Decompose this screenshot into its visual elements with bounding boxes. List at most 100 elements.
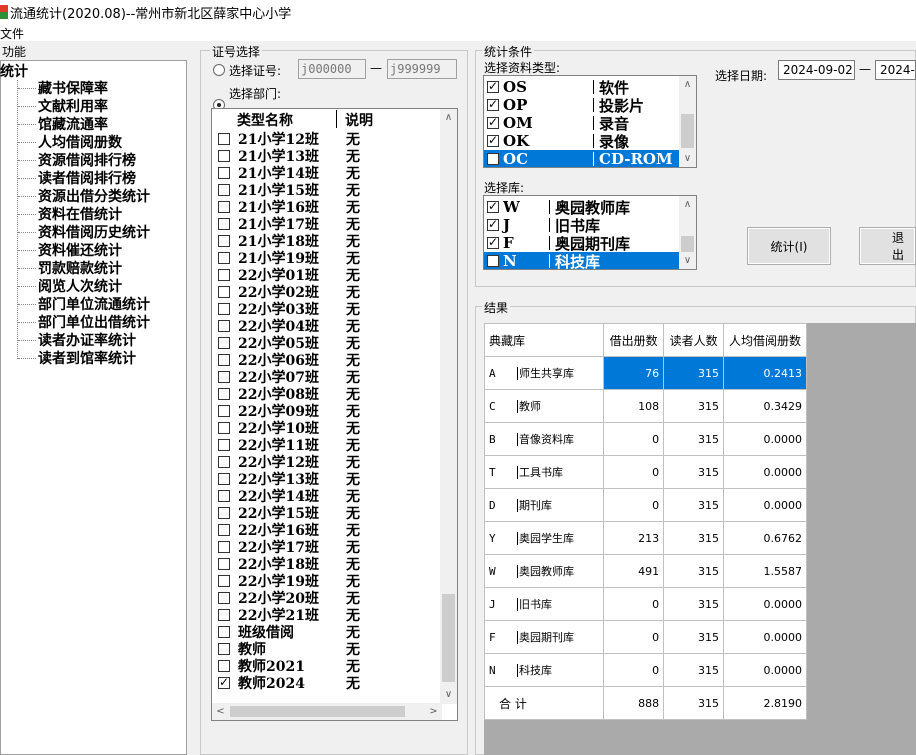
- scroll-left-icon[interactable]: <: [212, 703, 229, 720]
- dept-checkbox[interactable]: [218, 455, 230, 468]
- dept-checkbox[interactable]: [218, 336, 230, 349]
- dept-checkbox[interactable]: [218, 234, 230, 247]
- dept-row[interactable]: 21小学15班无: [212, 181, 360, 199]
- dept-row[interactable]: 21小学14班无: [212, 164, 360, 182]
- dept-checkbox[interactable]: [218, 285, 230, 298]
- dept-checkbox[interactable]: [218, 472, 230, 485]
- dept-list-vscroll-thumb[interactable]: [442, 594, 455, 682]
- dept-checkbox[interactable]: [218, 149, 230, 162]
- result-row[interactable]: N 科技库 0 315 0.0000: [483, 653, 807, 687]
- results-total-row[interactable]: 合 计 888 315 2.8190: [483, 686, 807, 720]
- dept-row[interactable]: 22小学10班无: [212, 419, 360, 437]
- col-lent-count[interactable]: 借出册数: [603, 323, 665, 357]
- result-row[interactable]: C 教师 108 315 0.3429: [483, 389, 807, 423]
- tree-item[interactable]: 读者借阅排行榜: [18, 169, 136, 187]
- date-from-input[interactable]: 2024-09-02: [778, 60, 855, 80]
- dept-checkbox[interactable]: [218, 506, 230, 519]
- type-checkbox[interactable]: [487, 97, 499, 111]
- dept-checkbox[interactable]: [218, 319, 230, 332]
- dept-row[interactable]: 22小学05班无: [212, 334, 360, 352]
- dept-checkbox[interactable]: [218, 438, 230, 451]
- dept-checkbox[interactable]: [218, 608, 230, 621]
- dept-checkbox[interactable]: [218, 370, 230, 383]
- tree-item[interactable]: 部门单位出借统计: [18, 313, 150, 331]
- dept-checkbox[interactable]: [218, 200, 230, 213]
- dept-checkbox[interactable]: [218, 353, 230, 366]
- result-row[interactable]: A 师生共享库 76 315 0.2413: [483, 356, 807, 390]
- scroll-right-icon[interactable]: >: [425, 703, 442, 720]
- dept-checkbox[interactable]: [218, 421, 230, 434]
- type-list-vscroll-thumb[interactable]: [681, 114, 694, 148]
- scroll-down-icon[interactable]: ∨: [679, 252, 696, 269]
- dept-row[interactable]: 教师无: [212, 640, 360, 658]
- col-desc[interactable]: 说明: [337, 110, 373, 129]
- tree-item[interactable]: 阅览人次统计: [18, 277, 122, 295]
- type-checkbox[interactable]: [487, 79, 499, 93]
- tree-item[interactable]: 资源借阅排行榜: [18, 151, 136, 169]
- radio-select-card[interactable]: [213, 64, 225, 76]
- library-row[interactable]: W奥园教师库: [484, 198, 680, 217]
- library-row[interactable]: F奥园期刊库: [484, 234, 680, 253]
- dept-row[interactable]: 22小学11班无: [212, 436, 360, 454]
- card-to-input[interactable]: j999999: [387, 59, 457, 79]
- type-checkbox[interactable]: [487, 115, 499, 129]
- col-reader-count[interactable]: 读者人数: [663, 323, 725, 357]
- type-row[interactable]: OK 录像: [484, 132, 680, 151]
- dept-list-hscroll[interactable]: < >: [212, 703, 442, 720]
- dept-row[interactable]: 教师2021 无: [212, 657, 360, 675]
- col-type-name[interactable]: 类型名称: [213, 110, 337, 129]
- exit-button[interactable]: 退出: [859, 227, 916, 265]
- menu-file[interactable]: 文件: [0, 25, 24, 42]
- library-list[interactable]: W奥园教师库J旧书库F奥园期刊库N 科技库 ∧ ∨: [483, 195, 697, 270]
- scroll-down-icon[interactable]: ∨: [440, 686, 457, 703]
- dept-row[interactable]: 22小学16班无: [212, 521, 360, 539]
- dept-row[interactable]: 22小学08班无: [212, 385, 360, 403]
- type-checkbox[interactable]: [487, 133, 499, 147]
- dept-row[interactable]: 22小学20班无: [212, 589, 360, 607]
- col-library[interactable]: 典藏库: [483, 323, 605, 357]
- scroll-up-icon[interactable]: ∧: [679, 76, 696, 93]
- type-list[interactable]: OS软件OP投影片OM录音OK 录像 OC CD-ROM ∧ ∨: [483, 75, 697, 168]
- result-row[interactable]: Y 奥园学生库 213 315 0.6762: [483, 521, 807, 555]
- tree-item[interactable]: 馆藏流通率: [18, 115, 108, 133]
- dept-row[interactable]: 21小学12班无: [212, 130, 360, 148]
- scroll-up-icon[interactable]: ∧: [440, 109, 457, 126]
- dept-row[interactable]: 22小学01班无: [212, 266, 360, 284]
- dept-checkbox[interactable]: [218, 489, 230, 502]
- dept-checkbox[interactable]: [218, 132, 230, 145]
- result-row[interactable]: W 奥园教师库 491 315 1.5587: [483, 554, 807, 588]
- dept-row[interactable]: 22小学21班无: [212, 606, 360, 624]
- dept-row[interactable]: 21小学13班无: [212, 147, 360, 165]
- tree-item[interactable]: 人均借阅册数: [18, 133, 122, 151]
- dept-checkbox[interactable]: [218, 404, 230, 417]
- dept-row[interactable]: 21小学16班无: [212, 198, 360, 216]
- library-checkbox[interactable]: [487, 235, 499, 249]
- dept-checkbox[interactable]: [218, 387, 230, 400]
- library-row[interactable]: N 科技库: [484, 252, 680, 269]
- dept-checkbox[interactable]: [218, 659, 230, 672]
- tree-item[interactable]: 读者到馆率统计: [18, 349, 136, 367]
- result-row[interactable]: J 旧书库 0 315 0.0000: [483, 587, 807, 621]
- dept-checkbox[interactable]: [218, 217, 230, 230]
- dept-checkbox[interactable]: [218, 557, 230, 570]
- tree-item[interactable]: 资料催还统计: [18, 241, 122, 259]
- dept-row[interactable]: 22小学07班无: [212, 368, 360, 386]
- tree-item[interactable]: 资源出借分类统计: [18, 187, 150, 205]
- dept-row[interactable]: 22小学17班无: [212, 538, 360, 556]
- dept-checkbox[interactable]: [218, 591, 230, 604]
- dept-checkbox[interactable]: [218, 183, 230, 196]
- results-grid[interactable]: 典藏库 借出册数 读者人数 人均借阅册数 A 师生共享库 76 315 0.2413 C 教…: [483, 323, 916, 755]
- dept-checkbox[interactable]: [218, 540, 230, 553]
- dept-checkbox[interactable]: [218, 625, 230, 638]
- tree-item[interactable]: 读者办证率统计: [18, 331, 136, 349]
- card-from-input[interactable]: j000000: [298, 59, 366, 79]
- dept-checkbox[interactable]: [218, 251, 230, 264]
- type-row[interactable]: OM录音: [484, 114, 680, 133]
- tree-item[interactable]: 部门单位流通统计: [18, 295, 150, 313]
- type-row[interactable]: OC CD-ROM: [484, 150, 680, 167]
- library-list-vscroll[interactable]: ∧ ∨: [679, 196, 696, 269]
- dept-row[interactable]: 22小学13班无: [212, 470, 360, 488]
- dept-checkbox[interactable]: [218, 268, 230, 281]
- dept-row[interactable]: 班级借阅无: [212, 623, 360, 641]
- dept-row[interactable]: 22小学14班无: [212, 487, 360, 505]
